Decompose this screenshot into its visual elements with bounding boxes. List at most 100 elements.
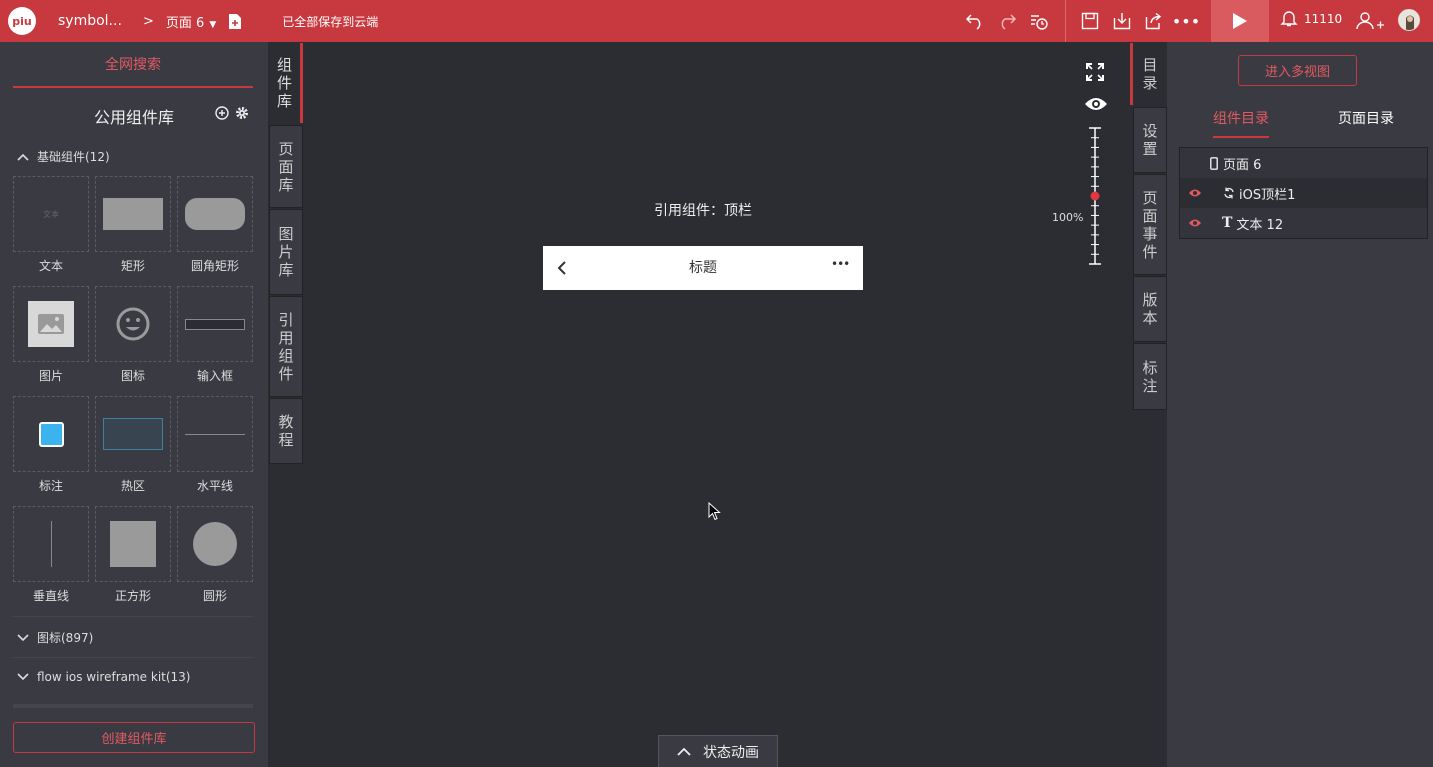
tree-item-page[interactable]: 页面 6: [1180, 148, 1427, 178]
component-rectangle[interactable]: [95, 176, 171, 252]
download-icon[interactable]: [1110, 9, 1134, 33]
scrollbar-track[interactable]: [13, 704, 253, 708]
tab-components[interactable]: 组件库: [269, 43, 303, 123]
component-icon[interactable]: [95, 286, 171, 362]
component-label: 图标: [120, 369, 145, 383]
tab-annotations[interactable]: 标注: [1133, 343, 1167, 410]
visibility-eye-icon[interactable]: [1188, 188, 1202, 198]
component-label: 圆角矩形: [190, 259, 239, 273]
square-thumb: [110, 521, 156, 567]
history-icon[interactable]: [1027, 9, 1051, 33]
group-label: flow ios wireframe kit(13): [37, 670, 191, 684]
tab-settings[interactable]: 设置: [1133, 107, 1167, 173]
tab-referenced-components[interactable]: 引用组件: [269, 296, 303, 397]
more-icon[interactable]: •••: [1172, 9, 1200, 33]
group-label: 基础组件(12): [37, 150, 110, 164]
zoom-slider[interactable]: [1087, 126, 1103, 266]
eye-icon[interactable]: [1084, 96, 1108, 112]
gear-icon[interactable]: [235, 106, 249, 120]
component-label: 正方形: [114, 589, 151, 603]
annotation-thumb: [38, 421, 64, 447]
mouse-cursor-icon: [708, 502, 721, 521]
tab-component-outline[interactable]: 组件目录: [1213, 108, 1269, 138]
top-bar: piu symbol... > 页面 6 ▼ 已全部保存到云端 ••• 11110: [0, 0, 1433, 42]
page-selector[interactable]: 页面 6 ▼: [166, 12, 216, 31]
multi-view-button[interactable]: 进入多视图: [1238, 55, 1357, 86]
undo-icon[interactable]: [963, 9, 987, 33]
group-basic-components[interactable]: 基础组件(12): [17, 148, 110, 165]
tab-pages[interactable]: 页面库: [269, 125, 303, 208]
notifications[interactable]: 11110: [1280, 10, 1342, 28]
component-label: 垂直线: [32, 589, 69, 603]
group-flow-ios-kit[interactable]: flow ios wireframe kit(13): [17, 670, 191, 684]
redo-icon[interactable]: [995, 9, 1019, 33]
smiley-icon: [116, 307, 150, 341]
component-horizontal-line[interactable]: [177, 396, 253, 472]
component-label: 圆形: [202, 589, 227, 603]
tab-tutorial[interactable]: 教程: [269, 398, 303, 464]
component-image[interactable]: [13, 286, 89, 362]
component-square[interactable]: [95, 506, 171, 582]
add-member-icon[interactable]: [1356, 9, 1386, 33]
caret-down-icon: ▼: [209, 19, 217, 30]
component-vertical-line[interactable]: [13, 506, 89, 582]
add-circle-icon[interactable]: [215, 106, 229, 120]
state-animation-label: 状态动画: [703, 744, 759, 761]
chevron-up-icon: [17, 153, 29, 161]
notification-count: 11110: [1304, 12, 1343, 26]
state-animation-button[interactable]: 状态动画: [658, 735, 778, 767]
component-label: 水平线: [196, 479, 233, 493]
component-rounded-rectangle[interactable]: [177, 176, 253, 252]
left-panel: 全网搜索 公用组件库 基础组件(12) 文本 文本 矩形 圆角矩形 图片 图标 …: [0, 42, 268, 767]
rectangle-thumb: [103, 198, 163, 230]
chevron-down-icon: [17, 673, 29, 681]
text-thumb: 文本: [43, 209, 59, 219]
user-avatar[interactable]: [1398, 9, 1420, 31]
tree-item-label: 文本 12: [1236, 217, 1284, 233]
component-label: 矩形: [120, 259, 145, 273]
share-icon[interactable]: [1142, 9, 1166, 33]
mock-title: 标题: [689, 260, 717, 276]
tab-images[interactable]: 图片库: [269, 209, 303, 295]
tab-versions[interactable]: 版本: [1133, 276, 1167, 342]
piu-logo[interactable]: piu: [8, 7, 36, 35]
create-library-button[interactable]: 创建组件库: [13, 722, 255, 753]
fullscreen-icon[interactable]: [1085, 62, 1105, 82]
project-name[interactable]: symbol...: [58, 13, 133, 29]
component-circle[interactable]: [177, 506, 253, 582]
right-panel: 进入多视图 组件目录 页面目录 页面 6 iOS顶栏1 T 文本 12: [1167, 42, 1433, 767]
divider: [13, 616, 253, 617]
rounded-rectangle-thumb: [185, 198, 245, 230]
component-text[interactable]: 文本: [13, 176, 89, 252]
tree-item-label: 页面 6: [1223, 157, 1262, 173]
component-input[interactable]: [177, 286, 253, 362]
symbol-link-icon: [1224, 187, 1234, 199]
component-label: 输入框: [196, 369, 233, 383]
tab-page-events[interactable]: 页面事件: [1133, 174, 1167, 275]
tree-item-ios-topbar[interactable]: iOS顶栏1: [1180, 178, 1427, 208]
toolbar-divider: [1065, 0, 1066, 42]
circle-thumb: [193, 522, 237, 566]
component-hotspot[interactable]: [95, 396, 171, 472]
text-type-icon: T: [1222, 215, 1233, 231]
tree-item-text[interactable]: T 文本 12: [1180, 208, 1427, 238]
zoom-thumb[interactable]: [1090, 191, 1100, 201]
phone-icon: [1210, 156, 1218, 170]
chevron-down-icon: [17, 633, 29, 641]
ios-topbar-component[interactable]: 标题 •••: [543, 246, 863, 290]
input-thumb: [185, 318, 245, 330]
tab-page-outline[interactable]: 页面目录: [1338, 108, 1394, 136]
reference-component-label: 引用组件：顶栏: [654, 203, 752, 219]
component-label: 标注: [38, 479, 63, 493]
group-icons[interactable]: 图标(897): [17, 629, 93, 646]
visibility-eye-icon[interactable]: [1188, 218, 1202, 228]
tab-outline[interactable]: 目录: [1130, 43, 1167, 105]
global-search-tab[interactable]: 全网搜索: [13, 42, 253, 88]
preview-play-button[interactable]: [1211, 0, 1269, 42]
component-annotation[interactable]: [13, 396, 89, 472]
add-page-icon[interactable]: [228, 13, 242, 30]
chevron-up-icon: [677, 747, 691, 756]
save-icon[interactable]: [1078, 9, 1102, 33]
vertical-line-thumb: [50, 521, 52, 567]
hotspot-thumb: [103, 418, 163, 450]
